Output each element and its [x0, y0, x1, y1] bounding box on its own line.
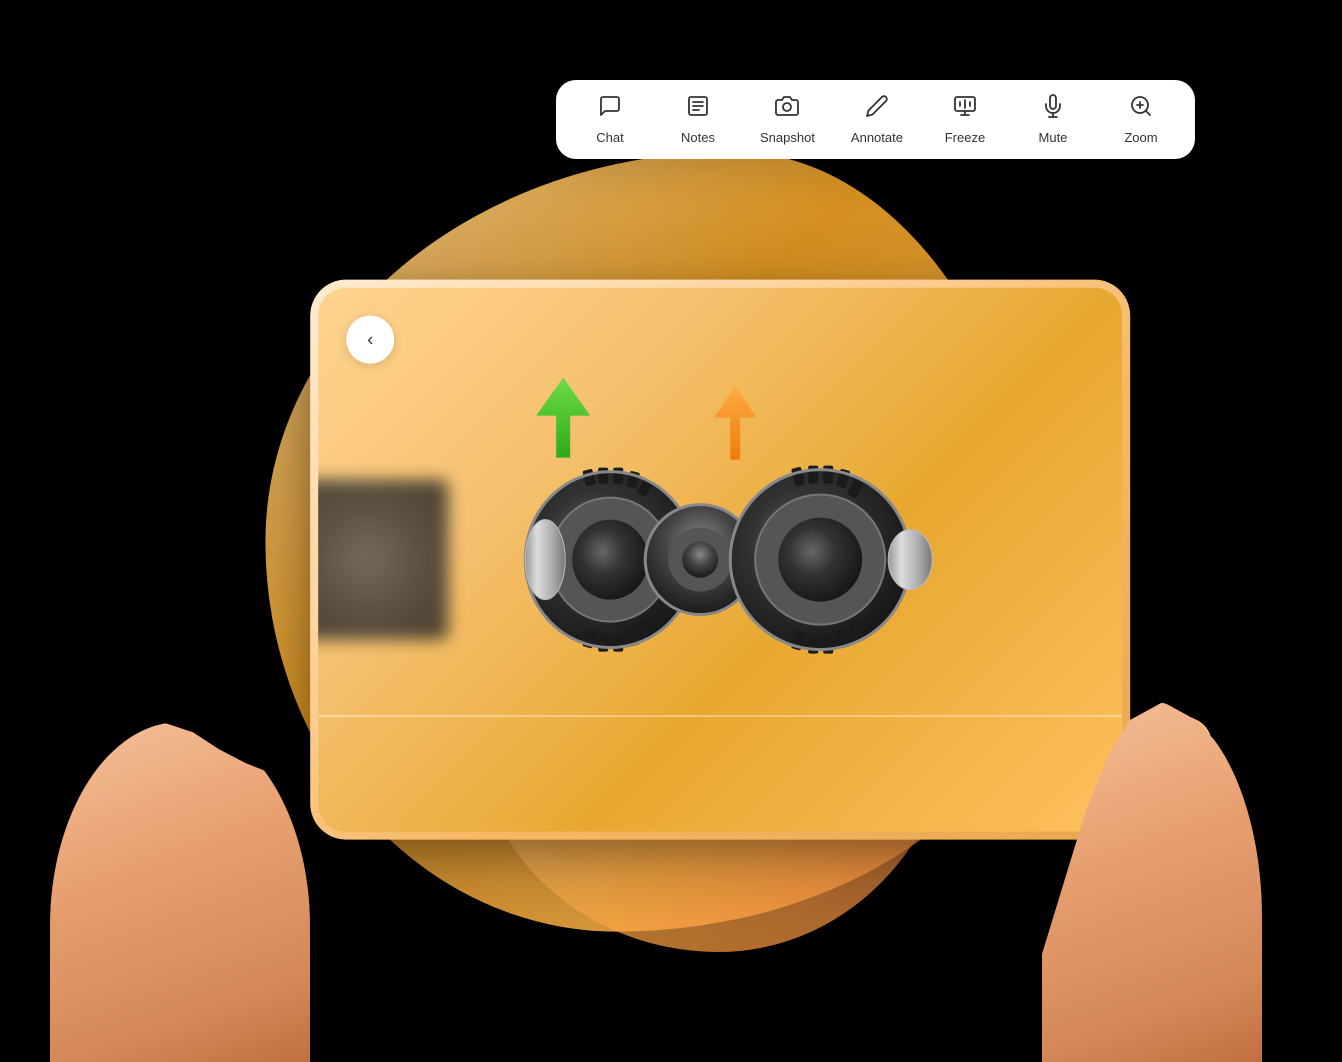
chat-icon	[598, 94, 622, 122]
back-button[interactable]: ‹	[346, 316, 394, 364]
tool-annotate[interactable]: Annotate	[851, 94, 903, 145]
mute-icon	[1041, 94, 1065, 122]
left-hand	[50, 722, 310, 1062]
gear-display-area	[318, 288, 1122, 832]
annotate-icon	[865, 94, 889, 122]
tool-snapshot[interactable]: Snapshot	[760, 94, 815, 145]
main-scene: Chat Notes Snapshot	[0, 0, 1342, 1052]
top-toolbar: Chat Notes Snapshot	[556, 80, 1195, 159]
background-blob-small	[1157, 717, 1212, 772]
chat-label: Chat	[596, 130, 623, 145]
notes-icon	[686, 94, 710, 122]
back-chevron-icon: ‹	[367, 331, 373, 349]
green-annotation-arrow	[528, 368, 598, 473]
tablet-frame: ‹ HD	[310, 280, 1130, 840]
notes-label: Notes	[681, 130, 715, 145]
tool-chat[interactable]: Chat	[584, 94, 636, 145]
tool-freeze[interactable]: Freeze	[939, 94, 991, 145]
snapshot-label: Snapshot	[760, 130, 815, 145]
annotate-label: Annotate	[851, 130, 903, 145]
zoom-icon	[1129, 94, 1153, 122]
tool-mute[interactable]: Mute	[1027, 94, 1079, 145]
freeze-label: Freeze	[945, 130, 985, 145]
blurred-gear-background	[318, 480, 448, 640]
tool-zoom[interactable]: Zoom	[1115, 94, 1167, 145]
mute-label: Mute	[1039, 130, 1068, 145]
freeze-icon	[953, 94, 977, 122]
screen-divider-line	[318, 715, 1122, 717]
orange-annotation-arrow	[708, 378, 763, 473]
tool-notes[interactable]: Notes	[672, 94, 724, 145]
tablet-screen: ‹ HD	[318, 288, 1122, 832]
snapshot-icon	[775, 94, 799, 122]
zoom-label: Zoom	[1124, 130, 1157, 145]
